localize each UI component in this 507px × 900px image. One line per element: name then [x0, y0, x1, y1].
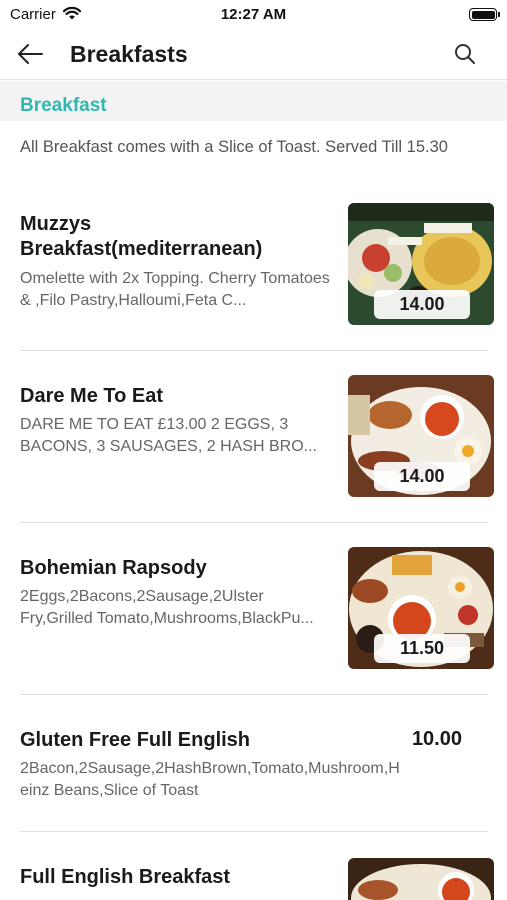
page-title: Breakfasts: [70, 41, 188, 67]
item-name: Dare Me To Eat: [20, 385, 163, 407]
item-name: Bohemian Rapsody: [20, 557, 207, 579]
divider: [20, 694, 488, 695]
item-name: Gluten Free Full English: [20, 729, 251, 751]
item-description: 2Eggs,2Bacons,2Sausage,2Ulster Fry,Grill…: [20, 588, 314, 627]
arrow-left-icon: [18, 44, 43, 64]
nav-header: Breakfasts: [0, 30, 507, 80]
section-title: Breakfast: [20, 95, 107, 116]
menu-item-bohemian-rapsody[interactable]: Bohemian Rapsody 2Eggs,2Bacons,2Sausage,…: [0, 544, 507, 694]
divider: [20, 831, 488, 832]
item-name: Full English Breakfast: [20, 866, 231, 888]
divider: [20, 522, 488, 523]
item-description: Omelette with 2x Topping. Cherry Tomatoe…: [20, 270, 330, 309]
item-photo: 14.00: [348, 203, 494, 325]
item-photo: 14.00: [348, 375, 494, 497]
menu-item-dare-me-to-eat[interactable]: Dare Me To Eat DARE ME TO EAT £13.00 2 E…: [0, 372, 507, 522]
section-header: Breakfast: [0, 81, 507, 121]
item-photo: [348, 858, 494, 900]
price-badge: 14.00: [374, 290, 470, 319]
status-bar: Carrier 12:27 AM: [0, 0, 507, 30]
search-button[interactable]: [451, 40, 479, 68]
menu-item-full-english-breakfast[interactable]: Full English Breakfast: [0, 855, 507, 900]
price-badge: 14.00: [374, 462, 470, 491]
divider: [20, 350, 488, 351]
item-price: 10.00: [411, 728, 462, 750]
menu-item-gluten-free-full-english[interactable]: Gluten Free Full English 10.00 2Bacon,2S…: [0, 716, 507, 831]
item-name: Muzzys Breakfast(mediterranean): [20, 213, 263, 260]
section-description: All Breakfast comes with a Slice of Toas…: [20, 138, 448, 156]
search-icon: [455, 44, 475, 64]
battery-icon: [469, 8, 500, 21]
item-description: 2Bacon,2Sausage,2HashBrown,Tomato,Mushro…: [20, 760, 400, 799]
price-badge: 11.50: [374, 634, 470, 663]
clock: 12:27 AM: [220, 6, 287, 23]
item-description: DARE ME TO EAT £13.00 2 EGGS, 3 BACONS, …: [20, 416, 317, 455]
back-button[interactable]: [14, 40, 46, 68]
item-photo: 11.50: [348, 547, 494, 669]
menu-item-muzzys-breakfast[interactable]: Muzzys Breakfast(mediterranean) Omelette…: [0, 200, 507, 350]
